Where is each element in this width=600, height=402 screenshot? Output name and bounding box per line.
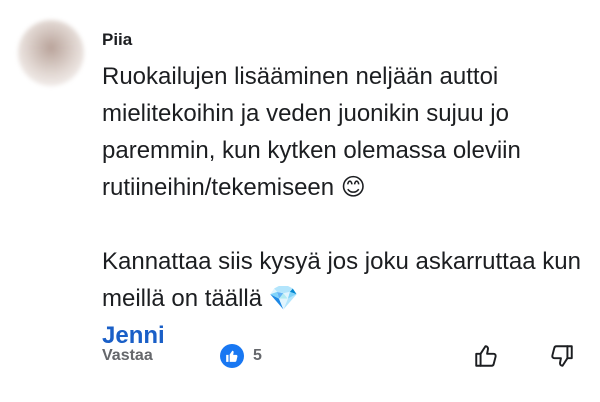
comment-text: Kannattaa siis kysyä jos joku askarrutta… xyxy=(102,248,581,312)
avatar[interactable] xyxy=(18,20,84,86)
comment-paragraph: Kannattaa siis kysyä jos joku askarrutta… xyxy=(102,243,582,354)
smiling-face-emoji: 😊 xyxy=(340,174,366,201)
comment-body: Ruokailujen lisääminen neljään auttoi mi… xyxy=(102,58,582,354)
like-count: 5 xyxy=(253,347,262,364)
like-badge-icon xyxy=(220,344,244,368)
reply-button[interactable]: Vastaa xyxy=(102,344,153,368)
thumbs-down-icon[interactable] xyxy=(548,342,576,370)
thumbs-up-icon[interactable] xyxy=(472,342,500,370)
comment-paragraph: Ruokailujen lisääminen neljään auttoi mi… xyxy=(102,58,582,206)
comment-text: Ruokailujen lisääminen neljään auttoi mi… xyxy=(102,63,521,201)
gem-emoji: 💎 xyxy=(268,285,299,312)
comment-actions: Vastaa 5 xyxy=(0,344,600,372)
like-summary[interactable]: 5 xyxy=(220,344,262,368)
comment: Piia Ruokailujen lisääminen neljään autt… xyxy=(0,0,600,402)
comment-author[interactable]: Piia xyxy=(102,30,132,50)
